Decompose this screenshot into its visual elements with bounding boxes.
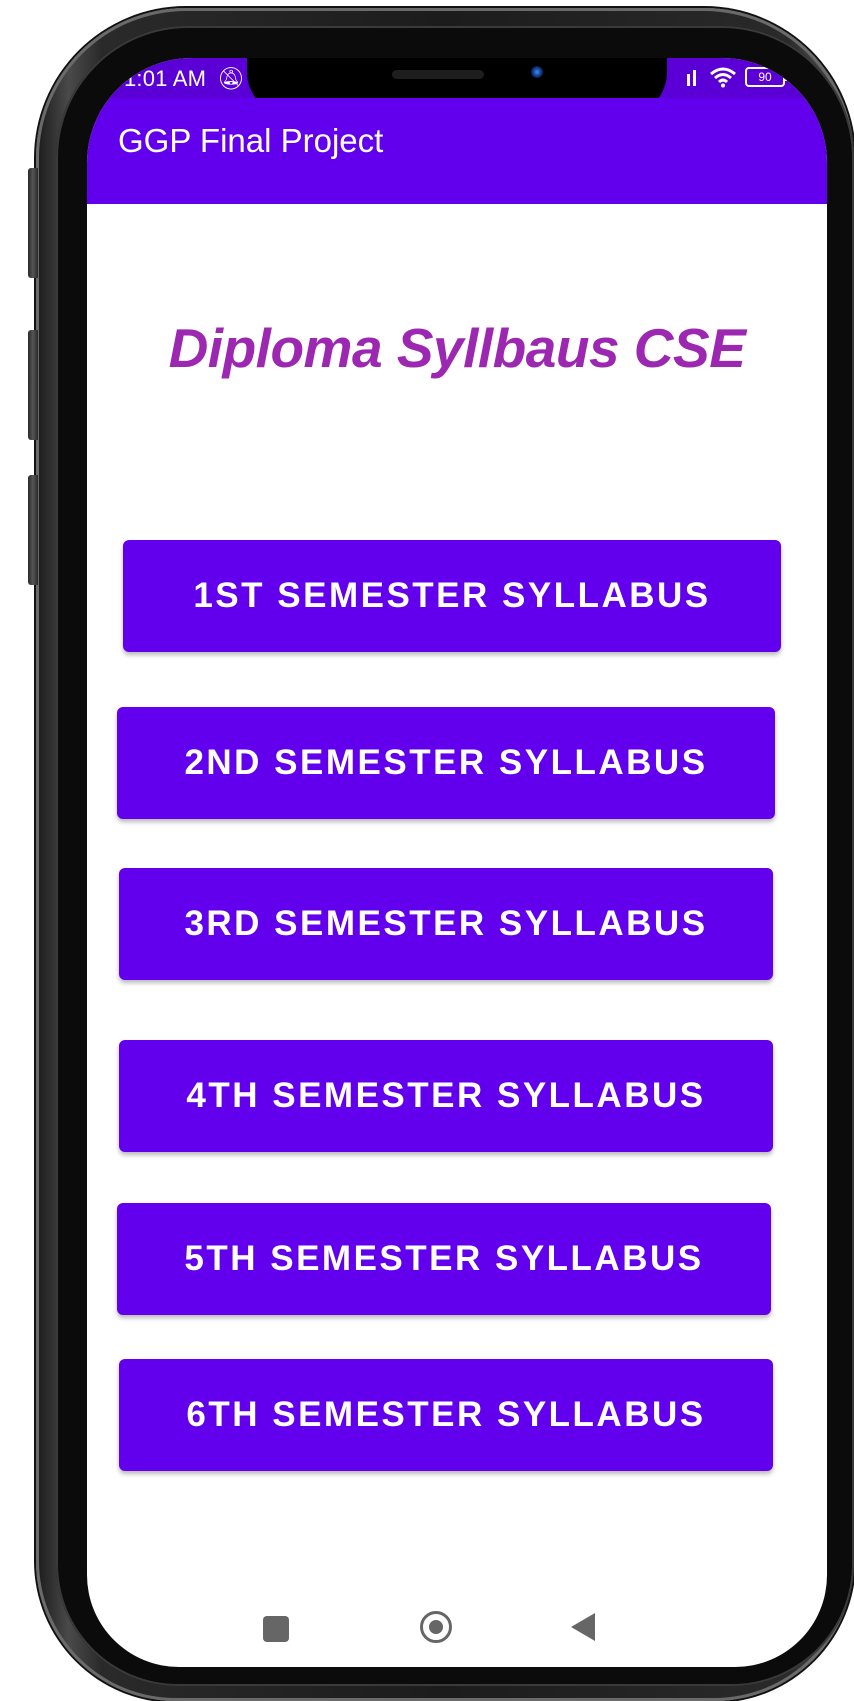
semester-3-button[interactable]: 3RD SEMESTER SYLLABUS <box>119 868 773 980</box>
phone-side-button <box>28 168 38 278</box>
phone-side-button <box>28 330 38 440</box>
recents-icon[interactable] <box>263 1616 289 1642</box>
wifi-icon <box>710 67 736 88</box>
app-title: GGP Final Project <box>118 122 384 159</box>
front-camera-icon <box>531 66 543 78</box>
semester-2-button[interactable]: 2ND SEMESTER SYLLABUS <box>117 707 775 819</box>
semester-4-button[interactable]: 4TH SEMESTER SYLLABUS <box>119 1040 773 1152</box>
signal-icon <box>687 70 696 86</box>
do-not-disturb-off-icon: 🔕︎ <box>217 66 245 91</box>
phone-screen: 1:01 AM 🔕︎ 90 GGP Final Project Diploma … <box>87 58 827 1667</box>
earpiece-speaker <box>392 70 484 79</box>
status-time: 1:01 AM <box>124 66 207 91</box>
battery-level: 90 <box>758 70 772 84</box>
battery-icon: 90 <box>745 67 788 87</box>
semester-6-button[interactable]: 6TH SEMESTER SYLLABUS <box>119 1359 773 1471</box>
semester-5-button[interactable]: 5TH SEMESTER SYLLABUS <box>117 1203 771 1315</box>
page-heading: Diploma Syllbaus CSE <box>168 317 746 379</box>
phone-side-button <box>28 475 38 585</box>
back-icon[interactable] <box>571 1613 595 1641</box>
app-bar: GGP Final Project <box>87 98 827 204</box>
status-icons: 90 <box>685 66 788 88</box>
home-icon[interactable] <box>420 1611 452 1643</box>
semester-1-button[interactable]: 1ST SEMESTER SYLLABUS <box>123 540 781 652</box>
page: 1:01 AM 🔕︎ 90 GGP Final Project Diploma … <box>0 0 854 1701</box>
